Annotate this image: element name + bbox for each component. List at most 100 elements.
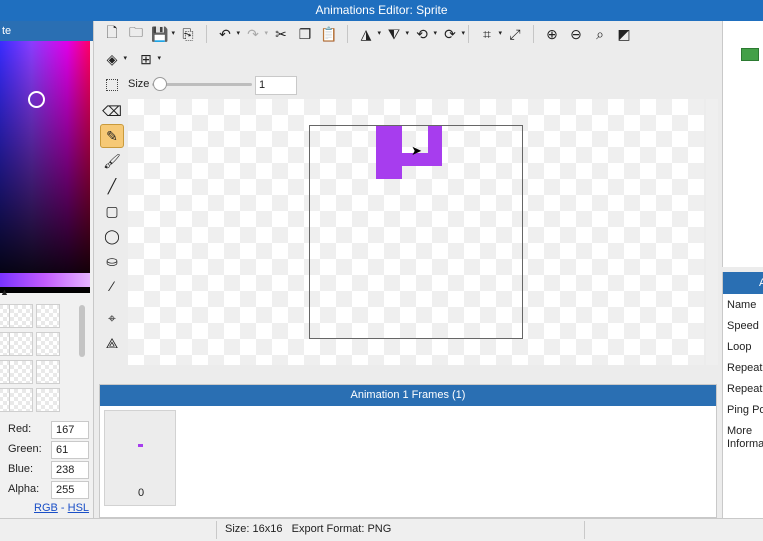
flip-horizontal-icon[interactable]: ◮ ▾ xyxy=(354,23,381,45)
alpha-input[interactable]: 255 xyxy=(51,481,89,499)
red-input[interactable]: 167 xyxy=(51,421,89,439)
crop-icon[interactable]: ⌗ ▾ xyxy=(475,23,502,45)
status-divider xyxy=(584,521,585,539)
rotate-right-icon[interactable]: ⟳ ▾ xyxy=(438,23,465,45)
line-icon[interactable]: ╱ xyxy=(100,174,124,198)
hue-slider-arrow-icon[interactable]: ▲ xyxy=(0,287,9,297)
sprite-pixel-block xyxy=(376,126,389,179)
eraser-icon[interactable]: ⌫ xyxy=(100,99,124,123)
color-panel-header: te xyxy=(0,21,93,41)
sprite-editor: 🗋 🗀 💾 ▾ ⎘ ↶ ▾ ↷ ▾ ✂ ❐ 📋 ◮ ▾ ⧨ ▾ ⟲ ▾ ⟳ ▾ ⌗ ▾ ⤢ ⊕ … xyxy=(94,21,722,381)
mouse-cursor-icon: ➤ xyxy=(411,143,422,158)
prop-name-label: Name xyxy=(727,299,757,311)
color-saturation-field[interactable] xyxy=(0,41,90,293)
drawing-tools: ⌫ ✎ 🖌 ╱ ▢ ◯ ⛀ ⁄ ⌖ ⟁ xyxy=(100,99,126,356)
swatch[interactable] xyxy=(36,360,60,384)
prop-more-label: More xyxy=(727,425,753,437)
prop-ping-pong-label: Ping Po xyxy=(727,404,763,416)
swatch[interactable] xyxy=(36,332,60,356)
status-bar: Size: 16x16 Export Format: PNG xyxy=(0,518,763,541)
export-icon[interactable]: ⎘ xyxy=(176,23,200,45)
size-label: Size xyxy=(128,78,150,90)
toolbar-row-2: ◈ ▾ ⊞ ▾ xyxy=(100,47,161,71)
blue-input[interactable]: 238 xyxy=(51,461,89,479)
swatch-scrollbar[interactable] xyxy=(79,305,85,357)
size-slider[interactable] xyxy=(152,83,252,86)
alpha-label: Alpha: xyxy=(8,483,40,495)
flip-vertical-icon[interactable]: ⧨ ▾ xyxy=(382,23,409,45)
prop-speed-label: Speed xyxy=(727,320,759,332)
prop-information-label: Informa xyxy=(727,438,763,450)
swatch[interactable] xyxy=(9,304,33,328)
rgb-link[interactable]: RGB xyxy=(34,502,58,514)
new-file-icon[interactable]: 🗋 xyxy=(100,23,124,45)
cut-icon[interactable]: ✂ xyxy=(269,23,293,45)
blue-label: Blue: xyxy=(8,463,34,475)
alpha-row: Alpha: 255 xyxy=(8,481,92,499)
zoom-out-icon[interactable]: ⊖ xyxy=(564,23,588,45)
canvas-scrollbar[interactable] xyxy=(706,99,718,365)
collision-shape-icon[interactable]: ⟁ xyxy=(100,331,124,355)
swatch[interactable] xyxy=(9,332,33,356)
undo-icon[interactable]: ↶ ▾ xyxy=(213,23,240,45)
toolbar-divider xyxy=(206,25,207,43)
paste-icon[interactable]: 📋 xyxy=(317,23,341,45)
toolbar-divider xyxy=(533,25,534,43)
frame-thumbnail[interactable]: 0 xyxy=(104,410,176,506)
origin-point-icon[interactable]: ⌖ xyxy=(100,306,124,330)
green-row: Green: 61 xyxy=(8,441,92,459)
prop-repeat-label: Repeat xyxy=(727,362,763,374)
size-input[interactable]: 1 xyxy=(255,76,297,95)
swatch[interactable] xyxy=(36,388,60,412)
background-toggle-icon[interactable]: ◩ xyxy=(612,23,636,45)
sprite-pixel-block xyxy=(389,126,402,153)
grid-icon[interactable]: ⊞ ▾ xyxy=(134,48,161,70)
animations-list-panel xyxy=(722,21,763,267)
sprite-pixel-block xyxy=(428,126,442,153)
rotate-left-icon[interactable]: ⟲ ▾ xyxy=(410,23,437,45)
swatch[interactable] xyxy=(9,388,33,412)
status-text: Size: 16x16 Export Format: PNG xyxy=(225,523,392,535)
frame-preview xyxy=(138,444,143,447)
swatch[interactable] xyxy=(36,304,60,328)
green-input[interactable]: 61 xyxy=(51,441,89,459)
toolbar-divider xyxy=(468,25,469,43)
layers-icon[interactable]: ◈ ▾ xyxy=(100,48,127,70)
frames-panel: Animation 1 Frames (1) 0 xyxy=(99,384,717,518)
copy-icon[interactable]: ❐ xyxy=(293,23,317,45)
resize-icon[interactable]: ⤢ xyxy=(503,23,527,45)
properties-panel: A Name Speed Loop Repeat Repeat Ping Po … xyxy=(722,272,763,518)
frame-number: 0 xyxy=(137,487,145,499)
size-slider-knob[interactable] xyxy=(153,77,167,91)
redo-icon[interactable]: ↷ ▾ xyxy=(241,23,268,45)
link-separator: - xyxy=(57,502,68,514)
selection-tool-icon[interactable] xyxy=(106,79,118,91)
red-label: Red: xyxy=(8,423,32,435)
prop-repeat-delay-label: Repeat xyxy=(727,383,763,395)
title-bar: Animations Editor: Sprite xyxy=(0,0,763,21)
rectangle-icon[interactable]: ▢ xyxy=(100,199,124,223)
add-animation-icon[interactable] xyxy=(741,48,759,61)
hue-slider[interactable] xyxy=(0,273,90,287)
sprite-pixel-block xyxy=(402,153,442,166)
color-picker-knob[interactable] xyxy=(28,91,45,108)
zoom-in-icon[interactable]: ⊕ xyxy=(540,23,564,45)
color-mode-links: RGB - HSL xyxy=(34,502,89,514)
swatch[interactable] xyxy=(9,360,33,384)
zoom-fit-icon[interactable]: ⌕ xyxy=(588,23,612,45)
fill-bucket-icon[interactable]: ⛀ xyxy=(100,249,124,273)
ellipse-icon[interactable]: ◯ xyxy=(100,224,124,248)
hsl-link[interactable]: HSL xyxy=(68,502,89,514)
app-window: Animations Editor: Sprite te ▲ Red: 167 xyxy=(0,0,763,541)
save-icon[interactable]: 💾 ▾ xyxy=(148,23,175,45)
toolbar-divider xyxy=(347,25,348,43)
frames-header: Animation 1 Frames (1) xyxy=(100,385,716,406)
blue-row: Blue: 238 xyxy=(8,461,92,479)
green-label: Green: xyxy=(8,443,42,455)
open-folder-icon[interactable]: 🗀 xyxy=(124,23,148,45)
pencil-icon[interactable]: ✎ xyxy=(100,124,124,148)
eyedropper-icon[interactable]: ⁄ xyxy=(100,274,124,298)
brush-icon[interactable]: 🖌 xyxy=(100,149,124,173)
drawing-canvas[interactable]: ➤ xyxy=(128,99,704,365)
sprite-bounds[interactable]: ➤ xyxy=(309,125,523,339)
